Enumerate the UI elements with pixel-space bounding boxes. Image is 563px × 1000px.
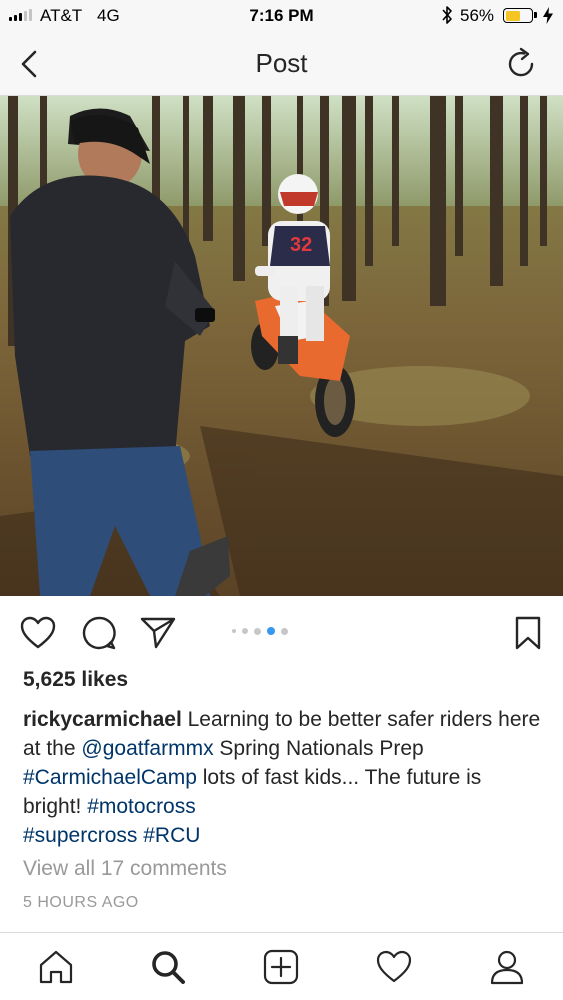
heart-icon[interactable] [19, 614, 57, 652]
page-title: Post [255, 48, 308, 78]
post-header: Post [0, 32, 563, 96]
activity-heart-icon[interactable] [375, 948, 413, 986]
carousel-dot [281, 627, 288, 635]
likes-count[interactable]: 5,625 likes [23, 668, 128, 692]
status-bar: AT&T 4G 7:16 PM 56% [0, 0, 563, 32]
share-icon[interactable] [139, 614, 177, 652]
caption-username[interactable]: ricky­carmichael [23, 708, 182, 731]
post-actions [0, 596, 563, 666]
mention-link[interactable]: @goatfarmmx [81, 737, 213, 760]
comment-icon[interactable] [80, 614, 118, 652]
battery-percent: 56% [460, 6, 495, 25]
refresh-button[interactable] [504, 47, 538, 81]
charging-bolt-icon [543, 7, 553, 24]
profile-icon[interactable] [488, 948, 526, 986]
svg-text:32: 32 [290, 234, 312, 256]
add-post-icon[interactable] [262, 948, 300, 986]
carousel-dot [242, 628, 248, 634]
post-photo[interactable]: 32 [0, 96, 563, 596]
hashtag-link[interactable]: #CarmichaelCamp [23, 766, 197, 789]
carousel-dot [267, 627, 275, 635]
hashtag-link[interactable]: #RCU [143, 824, 200, 847]
home-icon[interactable] [37, 948, 75, 986]
hashtag-link[interactable]: #motocross [87, 795, 196, 818]
view-comments-link[interactable]: View all 17 comments [23, 857, 227, 881]
bluetooth-icon [442, 6, 452, 24]
post-image: 32 [0, 96, 563, 596]
hashtag-link[interactable]: #supercross [23, 824, 137, 847]
carousel-dot [232, 629, 236, 633]
carousel-dot [254, 627, 261, 635]
bookmark-icon[interactable] [509, 614, 547, 652]
battery-level [505, 10, 520, 21]
search-icon[interactable] [149, 948, 187, 986]
carousel-indicator [232, 627, 288, 635]
bottom-tab-bar [0, 932, 563, 1000]
post-caption: ricky­carmichael Learning to be better s… [23, 705, 543, 850]
battery-icon [503, 8, 537, 23]
caption-text: Spring Nationals Prep [213, 737, 424, 760]
post-timestamp: 5 HOURS AGO [23, 894, 139, 911]
